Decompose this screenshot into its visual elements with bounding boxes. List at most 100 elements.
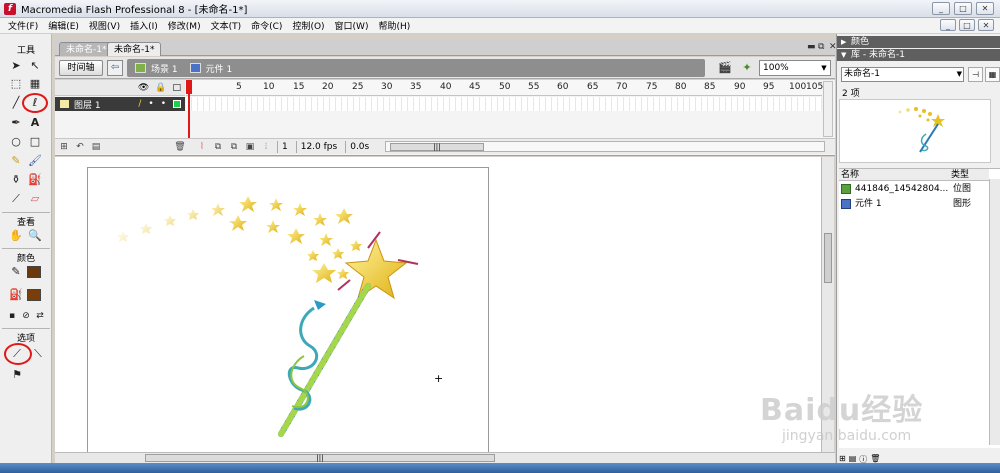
star-trail: [117, 196, 362, 283]
fill-color-icon[interactable]: ⛽: [8, 287, 24, 303]
menu-file[interactable]: 文件(F): [4, 19, 44, 32]
library-v-scrollbar[interactable]: [989, 179, 1000, 445]
insert-layer-icon[interactable]: ⊞: [57, 141, 71, 153]
timeline-h-scrollbar[interactable]: |||: [385, 141, 825, 152]
close-button[interactable]: ✕: [976, 2, 994, 15]
column-header-name[interactable]: 名称: [839, 169, 949, 181]
layer-name[interactable]: 图层 1: [74, 98, 101, 111]
tab-document-2[interactable]: 未命名-1*: [107, 42, 162, 56]
fill-color-swatch[interactable]: [27, 289, 41, 301]
wand-star: [337, 231, 419, 300]
stroke-color-icon[interactable]: ✎: [8, 264, 24, 280]
library-document-select[interactable]: 未命名-1 ▼: [841, 67, 964, 82]
rectangle-tool-icon[interactable]: □: [27, 134, 43, 150]
center-frame-icon[interactable]: ⦚: [195, 141, 209, 153]
visibility-dot[interactable]: •: [148, 99, 153, 109]
ruler-number: 85: [704, 82, 716, 92]
magic-wand-graphic[interactable]: [88, 168, 490, 458]
onion-skin-icon[interactable]: ⧉: [211, 141, 225, 153]
outline-icon[interactable]: □: [172, 83, 181, 93]
menu-window[interactable]: 窗口(W): [331, 19, 375, 32]
stroke-color-swatch[interactable]: [27, 266, 41, 278]
doc-restore-button[interactable]: □: [959, 19, 975, 31]
menu-commands[interactable]: 命令(C): [247, 19, 288, 32]
stage-h-thumb[interactable]: |||: [145, 454, 495, 462]
ink-bottle-tool-icon[interactable]: ⚱: [8, 172, 24, 188]
text-tool-icon[interactable]: A: [27, 115, 43, 131]
lock-icon[interactable]: 🔒: [155, 83, 166, 93]
stage-area[interactable]: +: [55, 157, 821, 457]
menu-insert[interactable]: 插入(I): [126, 19, 164, 32]
doc-close-button[interactable]: ✕: [978, 19, 994, 31]
stage-v-thumb[interactable]: [824, 233, 832, 283]
menu-text[interactable]: 文本(T): [207, 19, 248, 32]
frame-cells[interactable]: [186, 97, 822, 111]
brush-tool-icon[interactable]: 🖌: [27, 153, 43, 169]
column-header-type[interactable]: 类型: [949, 169, 989, 181]
zoom-tool-icon[interactable]: 🔍: [27, 228, 43, 244]
view-title: 查看: [16, 218, 35, 228]
menu-edit[interactable]: 编辑(E): [44, 19, 85, 32]
edit-scene-icon[interactable]: 🎬: [717, 61, 733, 75]
color-divider: [2, 328, 50, 329]
edit-symbol-icon[interactable]: ✦: [739, 61, 755, 75]
doc-restore-icon[interactable]: ⧉: [818, 42, 824, 52]
insert-folder-icon[interactable]: ▤: [89, 141, 103, 153]
modify-markers-icon[interactable]: ⦙: [259, 141, 273, 153]
stage-h-scrollbar[interactable]: |||: [55, 452, 835, 463]
swap-colors-icon[interactable]: ⇄: [32, 308, 48, 324]
library-panel-header[interactable]: ▼ 库 - 未命名-1: [837, 49, 1000, 61]
view-divider: [2, 248, 50, 249]
stage[interactable]: [87, 167, 489, 457]
timeline-v-scrollbar[interactable]: [823, 81, 833, 137]
eraser-tool-icon[interactable]: ▱: [27, 191, 43, 207]
color-panel-header[interactable]: ▶ 颜色: [837, 36, 1000, 48]
doc-minimize-icon[interactable]: ▬: [807, 42, 816, 52]
polygon-mode-icon[interactable]: ⚑: [9, 367, 25, 383]
playhead[interactable]: [188, 80, 190, 140]
hand-tool-icon[interactable]: ✋: [8, 228, 24, 244]
lock-dot[interactable]: •: [161, 99, 166, 109]
fill-transform-tool-icon[interactable]: ▦: [27, 76, 43, 92]
zoom-select[interactable]: 100% ▼: [759, 60, 831, 76]
oval-tool-icon[interactable]: ○: [8, 134, 24, 150]
menu-help[interactable]: 帮助(H): [374, 19, 416, 32]
pin-library-icon[interactable]: ⊣: [968, 67, 983, 82]
free-transform-tool-icon[interactable]: ⬚: [8, 76, 24, 92]
maximize-button[interactable]: □: [954, 2, 972, 15]
paint-bucket-tool-icon[interactable]: ⛽: [27, 172, 43, 188]
pen-tool-icon[interactable]: ✒: [8, 115, 24, 131]
doc-minimize-button[interactable]: _: [940, 19, 956, 31]
edit-multiple-frames-icon[interactable]: ▣: [243, 141, 257, 153]
outline-color-square[interactable]: [173, 100, 181, 108]
breadcrumb-scene[interactable]: 场景 1: [135, 62, 178, 75]
timeline-button[interactable]: 时间轴: [59, 60, 103, 76]
motion-guide-icon[interactable]: ↶: [73, 141, 87, 153]
menu-modify[interactable]: 修改(M): [164, 19, 207, 32]
scroll-thumb[interactable]: |||: [390, 143, 484, 151]
tab-document-1[interactable]: 未命名-1*: [59, 42, 114, 56]
selection-tool-icon[interactable]: ➤: [8, 58, 24, 74]
back-arrow-icon[interactable]: ⇦: [107, 60, 123, 76]
delete-layer-icon[interactable]: 🗑: [173, 141, 187, 153]
menu-view[interactable]: 视图(V): [85, 19, 126, 32]
layer-row[interactable]: 图层 1 / • •: [55, 97, 185, 111]
library-row[interactable]: 元件 1 图形: [839, 197, 1000, 211]
menu-control[interactable]: 控制(O): [288, 19, 330, 32]
new-library-panel-icon[interactable]: ▦: [985, 67, 1000, 82]
eyedropper-tool-icon[interactable]: ⟋: [8, 191, 24, 207]
subselection-tool-icon[interactable]: ↖: [27, 58, 43, 74]
ruler-number: 20: [322, 82, 334, 92]
wand-stick: [278, 283, 371, 437]
magic-wand-settings-icon[interactable]: ⟍: [30, 346, 46, 362]
library-preview: [839, 99, 991, 163]
zoom-value: 100%: [763, 63, 789, 73]
library-panel-title: 库 - 未命名-1: [851, 50, 905, 60]
library-row[interactable]: 441846_14542804... 位图: [839, 182, 1000, 196]
onion-outline-icon[interactable]: ⧉: [227, 141, 241, 153]
eye-icon[interactable]: 👁: [138, 83, 149, 93]
breadcrumb-symbol[interactable]: 元件 1: [189, 62, 232, 75]
minimize-button[interactable]: _: [932, 2, 950, 15]
pencil-tool-icon[interactable]: ✎: [8, 153, 24, 169]
ruler-number: 65: [587, 82, 599, 92]
